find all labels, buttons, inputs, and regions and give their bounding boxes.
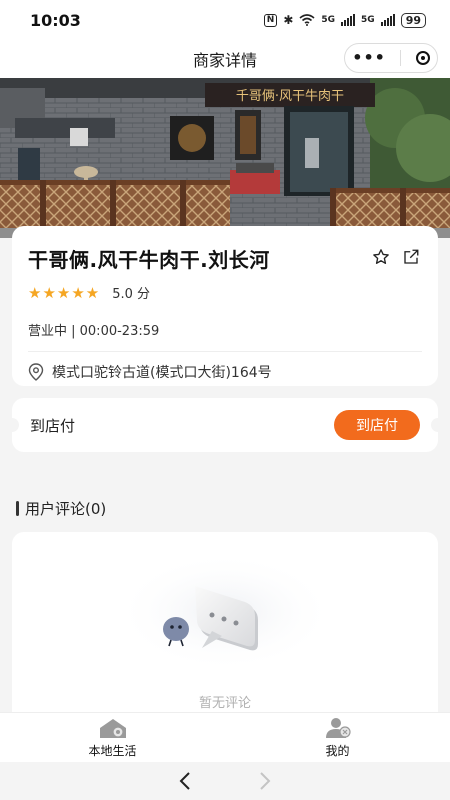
section-title-bar — [16, 501, 19, 516]
page-title: 商家详情 — [192, 51, 257, 70]
bottom-tab-bar: 本地生活 我的 — [0, 712, 450, 762]
signal-icon-2 — [380, 14, 395, 26]
reviews-card: 暂无评论 — [12, 532, 438, 732]
reviews-title: 用户评论(0) — [25, 500, 107, 518]
chevron-right-icon[interactable] — [256, 771, 272, 791]
network-label: 5G — [321, 15, 336, 25]
rating-stars: ★★★★★ — [28, 283, 101, 302]
payment-label: 到店付 — [30, 416, 76, 435]
rating-row: ★★★★★ 5.0 分 — [28, 283, 422, 303]
address-row[interactable]: 模式口驼铃古道(模式口大街)164号 — [28, 362, 422, 382]
nfc-icon: N — [263, 13, 278, 27]
signboard-text: 千哥俩·风干牛肉干 — [236, 89, 344, 104]
business-hours: 营业中 | 00:00-23:59 — [28, 324, 160, 339]
more-dots-icon[interactable]: ••• — [352, 50, 386, 66]
empty-reviews-illustration — [115, 552, 335, 672]
pay-at-store-button[interactable]: 到店付 — [334, 410, 420, 440]
store-address: 模式口驼铃古道(模式口大街)164号 — [52, 365, 272, 381]
system-navigation-bar — [0, 762, 450, 800]
status-time: 10:03 — [30, 10, 81, 30]
target-icon[interactable] — [415, 51, 430, 65]
status-icons: N ✱ 5G 5G 99 — [263, 12, 426, 28]
capsule-divider — [400, 50, 402, 66]
signal-icon — [341, 14, 356, 26]
home-icon — [99, 719, 126, 738]
payment-card: 到店付 到店付 — [5, 398, 445, 452]
store-actions — [372, 248, 420, 266]
rating-score: 5.0 分 — [112, 287, 151, 302]
mini-program-capsule: ••• — [344, 43, 438, 73]
tab-label-local-life: 本地生活 — [88, 744, 137, 758]
wifi-icon — [299, 14, 315, 26]
battery-icon: 99 — [400, 12, 426, 28]
share-icon[interactable] — [402, 248, 420, 266]
user-icon — [325, 718, 351, 738]
reviews-section-title: 用户评论(0) — [16, 498, 106, 519]
info-divider — [28, 351, 422, 352]
tab-local-life[interactable]: 本地生活 — [0, 713, 225, 762]
location-pin-icon — [28, 363, 44, 381]
navigation-bar: 商家详情 ••• — [0, 40, 450, 78]
network-label-2: 5G — [361, 15, 375, 25]
status-bar: 10:03 N ✱ 5G 5G 99 — [0, 0, 450, 40]
store-info-card: 干哥俩.风干牛肉干.刘长河 ★★★★★ 5.0 分 营业中 | 00:00-23… — [12, 226, 438, 386]
bluetooth-icon: ✱ — [283, 13, 294, 27]
store-name: 干哥俩.风干牛肉干.刘长河 — [28, 248, 270, 272]
tab-label-mine: 我的 — [325, 744, 350, 758]
chevron-left-icon[interactable] — [178, 771, 194, 791]
storefront-image: 千哥俩·风干牛肉干 — [0, 78, 450, 238]
store-photo: 千哥俩·风干牛肉干 — [0, 78, 450, 238]
favorite-star-icon[interactable] — [372, 248, 390, 266]
empty-reviews-text: 暂无评论 — [198, 696, 251, 711]
tab-mine[interactable]: 我的 — [225, 713, 450, 762]
